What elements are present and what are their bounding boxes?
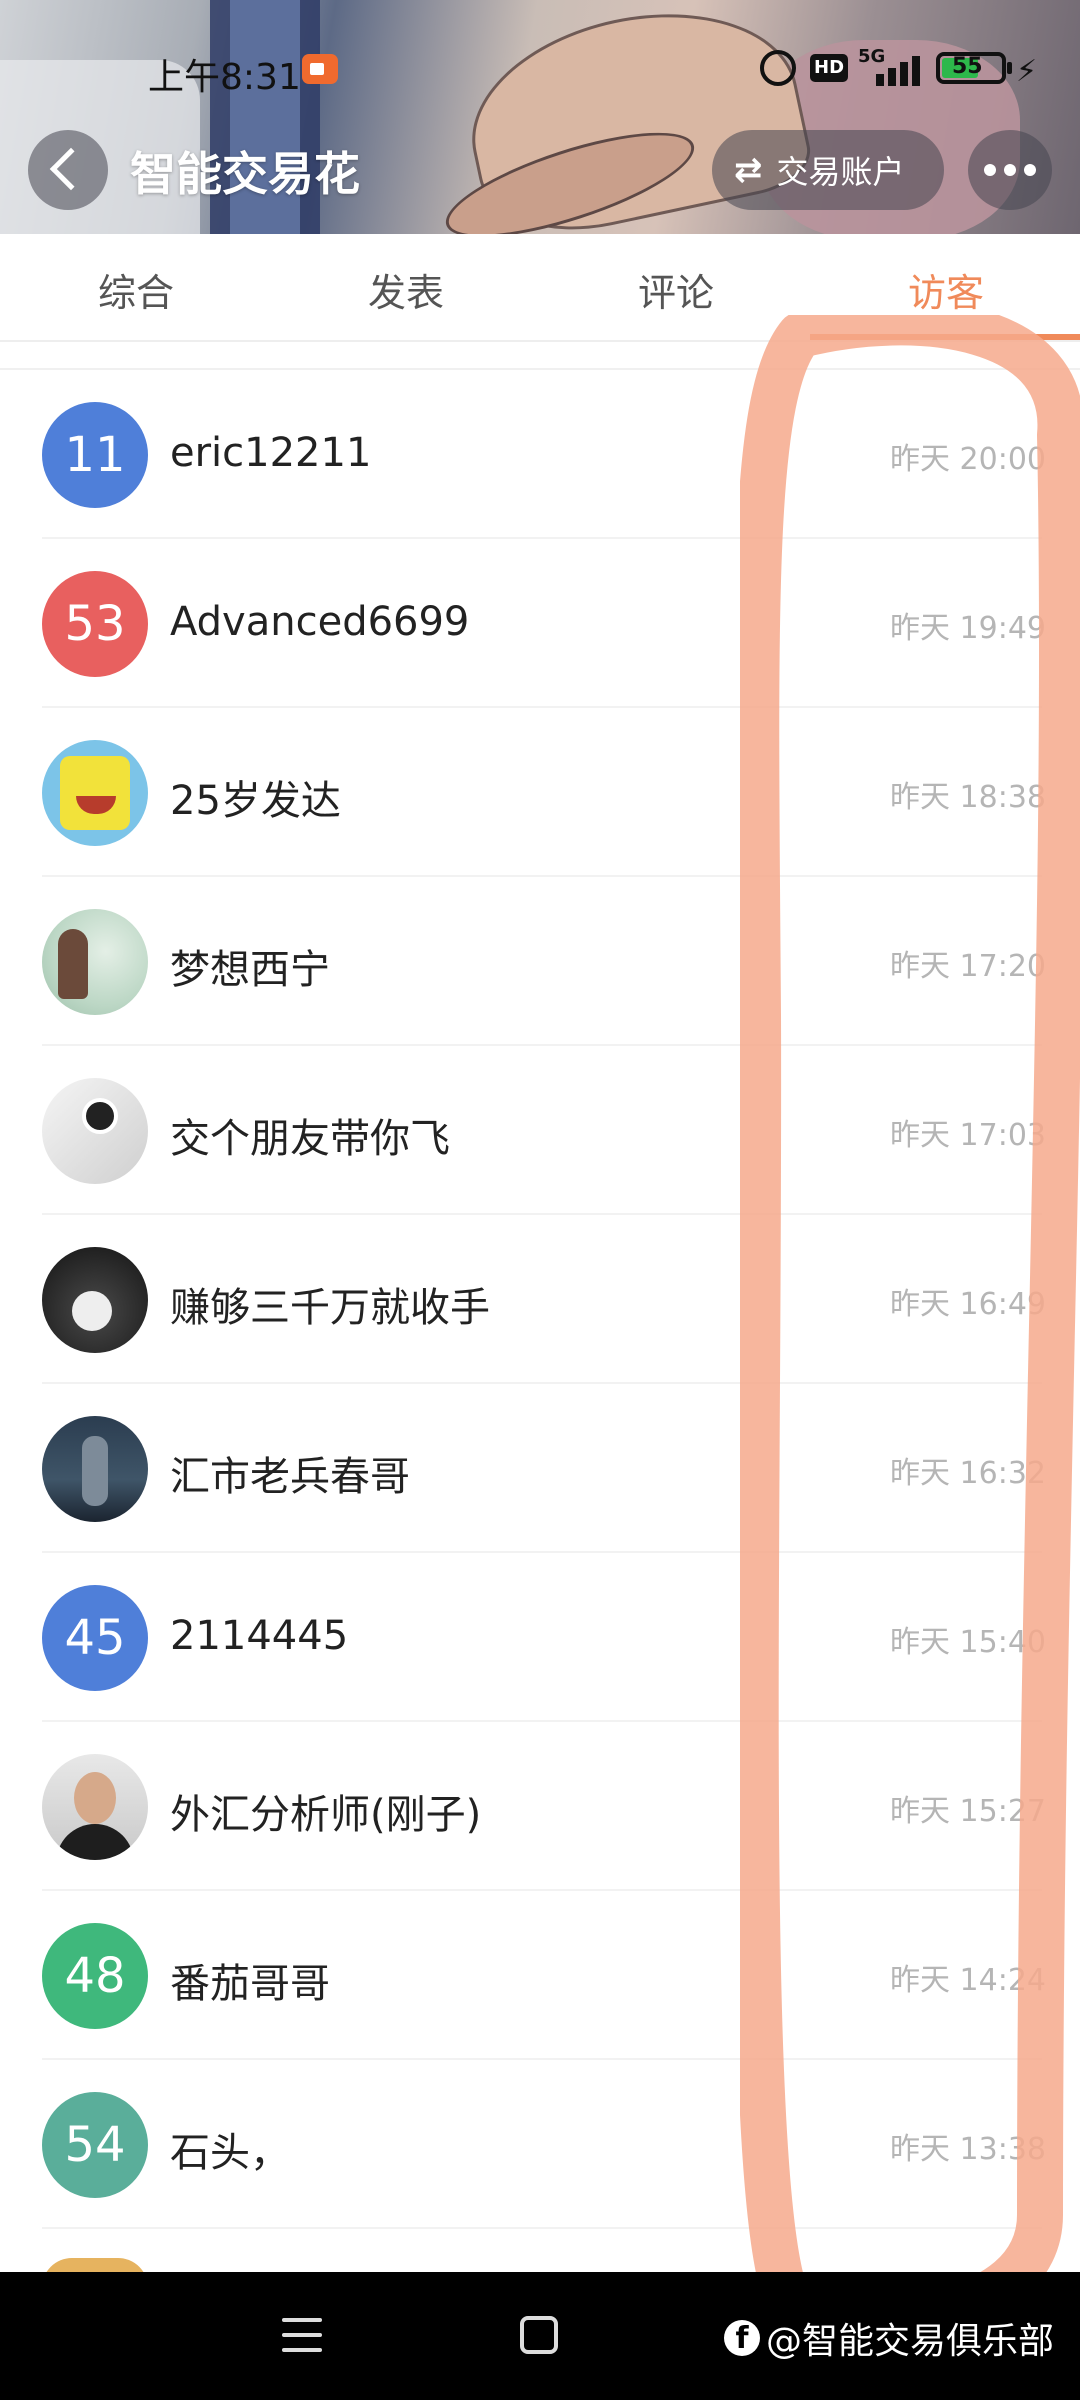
visit-time: 昨天 16:49 bbox=[890, 1287, 1046, 1322]
watermark: f @智能交易俱乐部 bbox=[724, 2312, 1054, 2364]
list-item[interactable]: 53 Advanced6699 昨天 19:49 bbox=[42, 539, 1046, 708]
tab-overview[interactable]: 综合 bbox=[98, 262, 174, 317]
active-tab-indicator bbox=[810, 334, 1080, 340]
avatar[interactable]: 53 bbox=[42, 571, 148, 677]
visit-time: 昨天 13:38 bbox=[890, 2132, 1046, 2167]
more-button[interactable] bbox=[968, 130, 1052, 210]
battery-icon: 55 bbox=[936, 52, 1012, 84]
list-item[interactable]: 45 2114445 昨天 15:40 bbox=[42, 1553, 1046, 1722]
network-type: 5G bbox=[858, 46, 886, 67]
doll-avatar[interactable] bbox=[42, 909, 148, 1015]
visit-time: 昨天 15:27 bbox=[890, 1794, 1046, 1829]
visitor-name: eric12211 bbox=[170, 430, 372, 476]
visitor-list: 11 eric12211 昨天 20:00 53 Advanced6699 昨天… bbox=[0, 368, 1080, 2229]
charging-icon: ⚡ bbox=[1016, 54, 1038, 89]
navigation-bar: f @智能交易俱乐部 bbox=[0, 2272, 1080, 2400]
hand-avatar[interactable] bbox=[42, 1078, 148, 1184]
avatar[interactable]: 54 bbox=[42, 2092, 148, 2198]
visitor-name: 石头， bbox=[170, 2130, 290, 2176]
visitor-name: 2114445 bbox=[170, 1613, 349, 1659]
list-item[interactable]: 交个朋友带你飞 昨天 17:03 bbox=[42, 1046, 1046, 1215]
visitor-name: 赚够三千万就收手 bbox=[170, 1285, 490, 1331]
visitor-name: Advanced6699 bbox=[170, 599, 470, 645]
back-button[interactable] bbox=[28, 130, 108, 210]
screen-record-icon bbox=[302, 54, 338, 84]
visitor-name: 25岁发达 bbox=[170, 778, 341, 824]
visit-time: 昨天 17:20 bbox=[890, 949, 1046, 984]
visit-time: 昨天 20:00 bbox=[890, 442, 1046, 477]
visitor-name: 汇市老兵春哥 bbox=[170, 1454, 410, 1500]
battery-level: 55 bbox=[952, 54, 983, 79]
visit-time: 昨天 15:40 bbox=[890, 1625, 1046, 1660]
menu-icon[interactable] bbox=[282, 2318, 322, 2352]
tab-bar: 综合 发表 评论 访客 bbox=[0, 234, 1080, 342]
list-item[interactable]: 赚够三千万就收手 昨天 16:49 bbox=[42, 1215, 1046, 1384]
visit-time: 昨天 19:49 bbox=[890, 611, 1046, 646]
facebook-icon: f bbox=[724, 2320, 760, 2356]
avatar[interactable]: 48 bbox=[42, 1923, 148, 2029]
tab-visitors[interactable]: 访客 bbox=[908, 262, 984, 317]
alarm-icon bbox=[760, 50, 796, 86]
visit-time: 昨天 17:03 bbox=[890, 1118, 1046, 1153]
trading-account-label: 交易账户 bbox=[776, 153, 905, 191]
list-item[interactable]: 25岁发达 昨天 18:38 bbox=[42, 708, 1046, 877]
page-title: 智能交易花 bbox=[130, 147, 360, 201]
visitor-name: 番茄哥哥 bbox=[170, 1961, 330, 2007]
tab-comments[interactable]: 评论 bbox=[638, 262, 714, 317]
visit-time: 昨天 14:24 bbox=[890, 1963, 1046, 1998]
chevron-left-icon bbox=[49, 147, 93, 191]
home-icon[interactable] bbox=[520, 2316, 558, 2354]
list-item[interactable]: 汇市老兵春哥 昨天 16:32 bbox=[42, 1384, 1046, 1553]
portrait-avatar[interactable] bbox=[42, 1754, 148, 1860]
visit-time: 昨天 18:38 bbox=[890, 780, 1046, 815]
avatar[interactable]: 45 bbox=[42, 1585, 148, 1691]
watermark-text: @智能交易俱乐部 bbox=[766, 2321, 1055, 2362]
hd-icon: HD bbox=[810, 54, 849, 82]
avatar[interactable]: 11 bbox=[42, 402, 148, 508]
signal-icon: 5G bbox=[856, 46, 920, 86]
visitor-name: 交个朋友带你飞 bbox=[170, 1116, 450, 1162]
trading-account-button[interactable]: ⇄ 交易账户 bbox=[712, 130, 944, 210]
status-bar: 上午8:31 HD 5G 55 ⚡ bbox=[0, 40, 1080, 100]
visit-time: 昨天 16:32 bbox=[890, 1456, 1046, 1491]
list-item[interactable]: 54 石头， 昨天 13:38 bbox=[42, 2060, 1046, 2229]
list-item[interactable]: 梦想西宁 昨天 17:20 bbox=[42, 877, 1046, 1046]
man-avatar[interactable] bbox=[42, 1247, 148, 1353]
night-avatar[interactable] bbox=[42, 1416, 148, 1522]
tab-posts[interactable]: 发表 bbox=[368, 262, 444, 317]
status-time: 上午8:31 bbox=[148, 57, 301, 98]
list-item[interactable]: 外汇分析师(刚子) 昨天 15:27 bbox=[42, 1722, 1046, 1891]
visitor-name: 外汇分析师(刚子) bbox=[170, 1792, 482, 1838]
swap-icon: ⇄ bbox=[734, 150, 763, 190]
list-item[interactable]: 11 eric12211 昨天 20:00 bbox=[42, 370, 1046, 539]
profile-header: 上午8:31 HD 5G 55 ⚡ 智能交易花 ⇄ 交易账户 bbox=[0, 0, 1080, 234]
list-item[interactable]: 48 番茄哥哥 昨天 14:24 bbox=[42, 1891, 1046, 2060]
spongebob-avatar[interactable] bbox=[42, 740, 148, 846]
visitor-name: 梦想西宁 bbox=[170, 947, 330, 993]
